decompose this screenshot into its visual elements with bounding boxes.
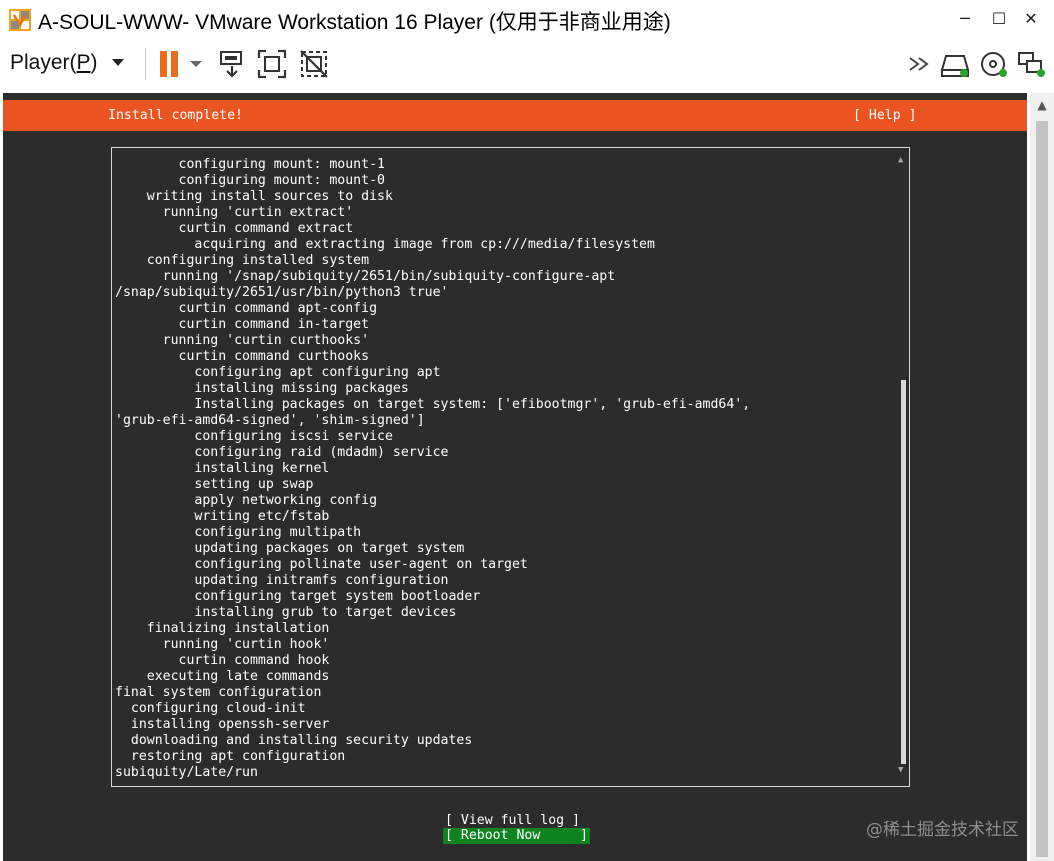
log-line: curtin command extract	[115, 221, 354, 236]
window-scrollbar-thumb[interactable]	[1036, 121, 1048, 857]
log-line: acquiring and extracting image from cp:/…	[115, 237, 655, 252]
installer-header: Install complete! [ Help ]	[3, 100, 1027, 131]
log-line: configuring iscsi service	[115, 429, 393, 444]
log-line: configuring mount: mount-1	[115, 157, 385, 172]
toolbar: Player(P)	[0, 38, 1054, 90]
log-line: subiquity/Late/run	[115, 765, 258, 780]
send-ctrl-alt-del-icon[interactable]	[216, 48, 248, 80]
log-line: installing kernel	[115, 461, 330, 476]
log-line: configuring installed system	[115, 253, 370, 268]
install-log-text: configuring mount: mount-1 configuring m…	[115, 157, 895, 781]
hard-disk-icon[interactable]	[940, 48, 972, 80]
forward-icon[interactable]	[906, 48, 934, 80]
network-adapter-icon[interactable]	[1016, 48, 1048, 80]
log-scroll-up-indicator: ▲	[898, 155, 904, 165]
pause-icon[interactable]	[156, 48, 188, 80]
log-line: configuring multipath	[115, 525, 362, 540]
log-line: configuring raid (mdadm) service	[115, 445, 449, 460]
scroll-up-arrow-icon[interactable]: ▲	[1030, 93, 1054, 117]
player-menu-button[interactable]: Player(P)	[10, 46, 124, 80]
install-log-panel[interactable]: configuring mount: mount-1 configuring m…	[111, 147, 910, 787]
log-line: finalizing installation	[115, 621, 330, 636]
log-line: configuring pollinate user-agent on targ…	[115, 557, 528, 572]
log-line: 'grub-efi-amd64-signed', 'shim-signed']	[115, 413, 425, 428]
log-scroll-down-indicator: ▼	[898, 765, 904, 775]
log-line: installing missing packages	[115, 381, 409, 396]
close-button[interactable]: ✕	[1014, 2, 1048, 36]
log-line: writing etc/fstab	[115, 509, 330, 524]
log-line: writing install sources to disk	[115, 189, 393, 204]
log-line: setting up swap	[115, 477, 314, 492]
log-line: configuring mount: mount-0	[115, 173, 385, 188]
log-scrollbar[interactable]	[901, 168, 906, 764]
vmware-player-window: A-SOUL-WWW- VMware Workstation 16 Player…	[0, 0, 1054, 861]
log-line: curtin command hook	[115, 653, 330, 668]
log-line: curtin command curthooks	[115, 349, 370, 364]
log-line: running 'curtin hook'	[115, 637, 330, 652]
chevron-down-icon	[111, 59, 124, 66]
window-title: A-SOUL-WWW- VMware Workstation 16 Player…	[38, 11, 671, 34]
guest-console[interactable]: Install complete! [ Help ] configuring m…	[3, 93, 1027, 861]
log-line: configuring apt configuring apt	[115, 365, 441, 380]
log-line: running 'curtin extract'	[115, 205, 354, 220]
log-line: updating initramfs configuration	[115, 573, 449, 588]
log-line: restoring apt configuration	[115, 749, 346, 764]
log-line: configuring cloud-init	[115, 701, 306, 716]
log-line: executing late commands	[115, 669, 330, 684]
log-line: final system configuration	[115, 685, 322, 700]
toolbar-separator	[145, 48, 146, 80]
log-line: installing openssh-server	[115, 717, 330, 732]
unity-icon[interactable]	[298, 48, 330, 80]
log-line: installing grub to target devices	[115, 605, 457, 620]
cd-dvd-icon[interactable]	[978, 48, 1010, 80]
vmware-logo-icon	[9, 9, 31, 31]
log-line: Installing packages on target system: ['…	[115, 397, 751, 412]
installer-title: Install complete!	[108, 108, 243, 123]
log-line: running 'curtin curthooks'	[115, 333, 370, 348]
reboot-now-button[interactable]: [ Reboot Now ]	[443, 828, 590, 844]
log-scrollbar-thumb[interactable]	[901, 380, 906, 764]
window-scrollbar[interactable]: ▲	[1030, 93, 1054, 861]
minimize-button[interactable]: ─	[948, 2, 982, 36]
title-bar[interactable]: A-SOUL-WWW- VMware Workstation 16 Player…	[0, 0, 1054, 38]
watermark: @稀土掘金技术社区	[866, 820, 1019, 840]
log-line: updating packages on target system	[115, 541, 465, 556]
view-full-log-button[interactable]: [ View full log ]	[445, 813, 580, 829]
log-line: apply networking config	[115, 493, 378, 508]
log-line: downloading and installing security upda…	[115, 733, 473, 748]
log-line: curtin command in-target	[115, 317, 370, 332]
fit-guest-icon[interactable]	[256, 48, 288, 80]
help-button[interactable]: [ Help ]	[853, 108, 917, 124]
log-line: running '/snap/subiquity/2651/bin/subiqu…	[115, 269, 616, 284]
maximize-button[interactable]: ☐	[982, 2, 1016, 36]
log-line: /snap/subiquity/2651/usr/bin/python3 tru…	[115, 285, 449, 300]
log-line: configuring target system bootloader	[115, 589, 481, 604]
chevron-down-icon[interactable]	[188, 48, 204, 80]
log-line: curtin command apt-config	[115, 301, 378, 316]
player-menu-label: Player(P)	[10, 51, 98, 74]
